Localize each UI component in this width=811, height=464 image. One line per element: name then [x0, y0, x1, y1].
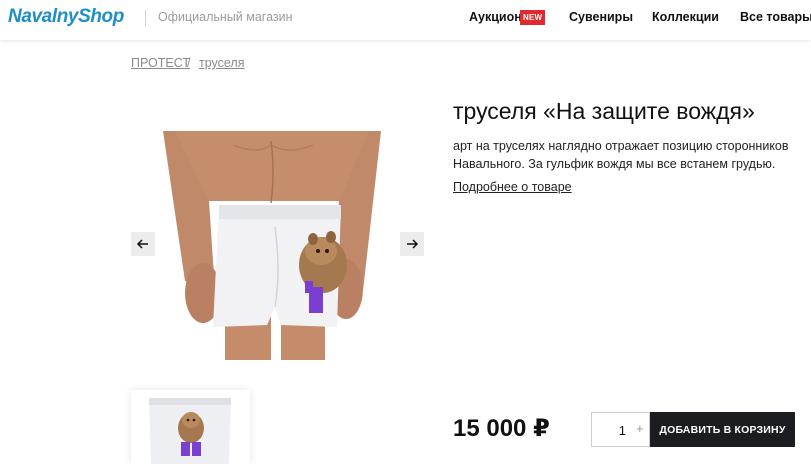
nav-collections[interactable]: Коллекции	[652, 10, 719, 24]
product-price: 15 000 ₽	[453, 415, 550, 442]
breadcrumb-trusely[interactable]: труселя	[199, 56, 245, 70]
product-image	[163, 131, 381, 360]
product-title: труселя «На защите вождя»	[453, 98, 755, 124]
quantity-input[interactable]	[602, 421, 626, 439]
nav-auction[interactable]: Аукцион	[469, 10, 522, 24]
arrow-right-icon	[407, 239, 419, 249]
site-tagline: Официальный магазин	[158, 10, 293, 24]
nav-souvenirs[interactable]: Сувениры	[569, 10, 633, 24]
add-to-cart-button[interactable]: ДОБАВИТЬ В КОРЗИНУ	[650, 412, 795, 447]
breadcrumb-separator: /	[187, 56, 191, 70]
new-badge: NEW	[520, 10, 546, 25]
nav-all-products[interactable]: Все товары	[740, 10, 811, 24]
arrow-left-icon	[136, 239, 148, 249]
site-logo[interactable]: NavalnyShop	[8, 6, 124, 28]
product-details-link[interactable]: Подробнее о товаре	[453, 180, 572, 194]
breadcrumb-protest[interactable]: ПРОТЕСТ	[131, 56, 190, 70]
quantity-stepper: +	[591, 412, 650, 447]
product-description: арт на труселях наглядно отражает позици…	[453, 139, 789, 171]
quantity-plus-button[interactable]: +	[636, 421, 644, 436]
next-image-button[interactable]	[400, 232, 424, 256]
product-thumbnail[interactable]	[131, 390, 250, 464]
logo-divider	[145, 10, 146, 26]
site-header: NavalnyShop Официальный магазин Аукцион …	[0, 0, 811, 40]
prev-image-button[interactable]	[131, 232, 155, 256]
